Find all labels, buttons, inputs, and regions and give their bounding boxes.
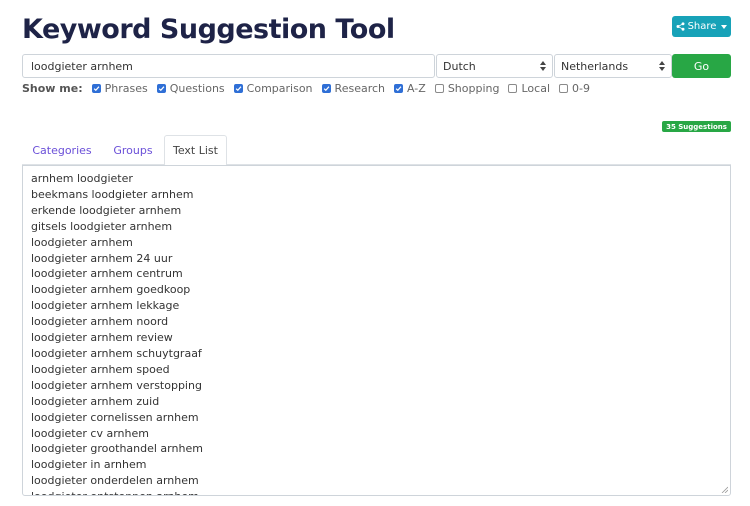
show-me-label: Show me: [22, 81, 83, 95]
checkbox[interactable] [508, 83, 518, 93]
text-list-line: loodgieter arnhem noord [31, 315, 169, 329]
share-label: Share [687, 21, 717, 32]
country-select-value: Netherlands [561, 59, 629, 73]
keyword-input[interactable] [22, 54, 435, 78]
text-list-line: loodgieter cv arnhem [31, 426, 149, 440]
filter-label: Research [334, 81, 386, 95]
text-list-line: loodgieter arnhem [31, 235, 133, 249]
language-select[interactable]: Dutch [436, 54, 553, 78]
text-list-line: loodgieter groothandel arnhem [31, 442, 203, 456]
share-button[interactable]: Share [672, 16, 731, 37]
resize-grip-icon[interactable] [721, 486, 728, 493]
filter-local[interactable]: Local [508, 82, 550, 95]
tab-text-list[interactable]: Text List [164, 135, 227, 166]
filter-label: A-Z [407, 81, 426, 95]
result-tabs: Categories Groups Text List [22, 135, 731, 166]
text-list-line: loodgieter arnhem schuytgraaf [31, 346, 202, 360]
filter-a-z[interactable]: A-Z [394, 82, 426, 95]
filter-label: Shopping [447, 81, 500, 95]
text-list-line: loodgieter onderdelen arnhem [31, 474, 199, 488]
checkbox[interactable] [91, 83, 101, 93]
filter-label: Comparison [246, 81, 313, 95]
filter-comparison[interactable]: Comparison [233, 81, 313, 95]
text-list-line: erkende loodgieter arnhem [31, 203, 182, 217]
checkbox[interactable] [434, 83, 444, 93]
text-list-line: loodgieter arnhem goedkoop [31, 283, 191, 297]
filter-label: Local [521, 81, 550, 95]
language-select-value: Dutch [443, 59, 476, 73]
text-list-area[interactable]: arnhem loodgieter beekmans loodgieter arn… [22, 165, 731, 496]
text-list-line: arnhem loodgieter [31, 172, 133, 185]
filter-label: 0-9 [572, 81, 590, 95]
checkbox[interactable] [394, 83, 404, 93]
text-list-line: loodgieter arnhem zuid [31, 394, 160, 408]
text-list-line: loodgieter arnhem 24 uur [31, 251, 173, 265]
filter-research[interactable]: Research [321, 81, 386, 95]
checkbox[interactable] [559, 83, 568, 93]
text-list-line: loodgieter arnhem spoed [31, 362, 170, 376]
country-select[interactable]: Netherlands [554, 54, 672, 78]
filter-phrases[interactable]: Phrases [91, 81, 148, 95]
suggestions-count-badge: 35 Suggestions [662, 121, 731, 132]
page-title: Keyword Suggestion Tool [22, 14, 395, 45]
checkbox[interactable] [156, 83, 166, 93]
text-list-line: loodgieter arnhem verstopping [31, 378, 202, 392]
share-icon [676, 22, 685, 31]
text-list-lines: arnhem loodgieter beekmans loodgieter arn… [23, 166, 730, 495]
filter-shopping[interactable]: Shopping [434, 81, 500, 95]
tab-categories[interactable]: Categories [22, 135, 102, 165]
text-list-line: loodgieter arnhem review [31, 331, 173, 345]
show-me-filters: Show me: Phrases Questions Comparison Re… [22, 81, 599, 95]
text-list-line: loodgieter cornelissen arnhem [31, 410, 199, 424]
filter-questions[interactable]: Questions [156, 81, 225, 95]
filter-label: Questions [169, 81, 225, 95]
filter-0-9[interactable]: 0-9 [559, 82, 590, 95]
go-button[interactable]: Go [672, 54, 731, 78]
text-list-line: loodgieter in arnhem [31, 458, 147, 472]
checkbox[interactable] [233, 83, 243, 93]
text-list-line: loodgieter arnhem lekkage [31, 299, 180, 313]
text-list-line: loodgieter ontstoppen arnhem [31, 489, 730, 495]
text-list-line: loodgieter arnhem centrum [31, 267, 183, 281]
text-list-line: gitsels loodgieter arnhem [31, 219, 173, 233]
filter-label: Phrases [104, 81, 148, 95]
text-list-line: beekmans loodgieter arnhem [31, 187, 194, 201]
tab-groups[interactable]: Groups [102, 135, 164, 165]
select-arrows-icon [659, 61, 665, 71]
select-arrows-icon [540, 61, 546, 71]
checkbox[interactable] [321, 83, 331, 93]
chevron-down-icon [721, 24, 728, 29]
